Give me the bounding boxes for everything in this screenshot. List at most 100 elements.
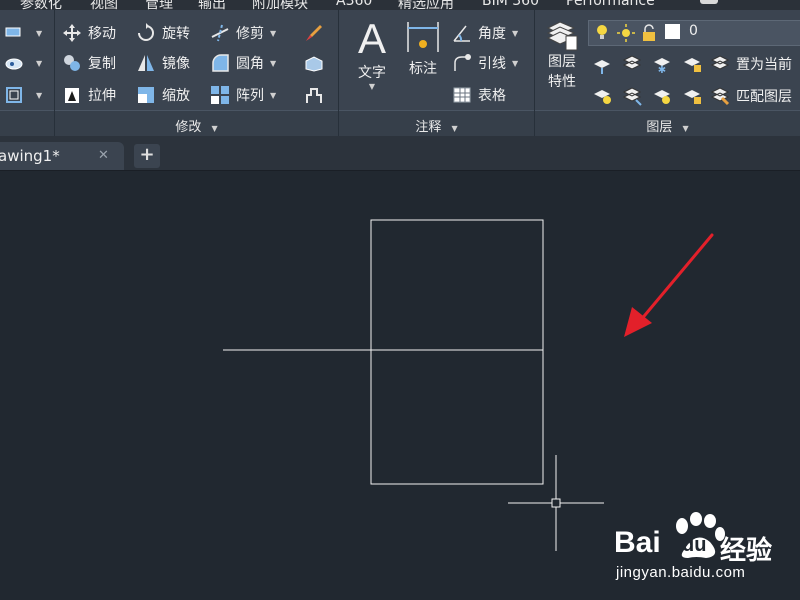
current-layer-name: 0 [689,23,698,39]
array-icon [210,85,230,105]
stretch-icon [62,85,82,105]
tab-output[interactable]: 输出 [198,0,226,10]
chevron-down-icon: ▼ [36,90,43,100]
table-button[interactable]: 表格 [452,82,506,108]
copy-button[interactable]: 复制 [62,50,116,76]
trim-label: 修剪 [236,26,264,42]
angle-icon [452,23,472,43]
layer-thaw-icon[interactable] [652,86,672,106]
tab-performance[interactable]: Performance [566,0,655,9]
dimension-label: 标注 [409,61,437,77]
tab-a360[interactable]: A360 [336,0,372,9]
array-label: 阵列 [236,88,264,104]
layer-lock-icon[interactable] [682,54,702,74]
chevron-down-icon: ▼ [211,124,218,133]
chevron-down-icon: ▼ [270,90,277,100]
layer-unisolate-icon[interactable] [622,86,642,106]
stretch-button[interactable]: 拉伸 [62,82,116,108]
close-icon[interactable]: ✕ [98,148,109,163]
tab-manage[interactable]: 管理 [145,0,173,10]
set-current-label[interactable]: 置为当前 [736,54,792,74]
tab-view[interactable]: 视图 [90,0,118,10]
layer-on-icon[interactable] [592,86,612,106]
fillet-icon [210,53,230,73]
chevron-down-icon: ▼ [512,28,519,38]
text-label: 文字 [358,65,386,81]
layer-match-icon[interactable] [710,86,730,106]
offset-button[interactable] [304,82,330,108]
layer-properties-label-2: 特性 [548,74,576,90]
match-layer-label[interactable]: 匹配图层 [736,86,792,106]
move-button[interactable]: 移动 [62,20,116,46]
line-tool-button[interactable]: ▼ [4,20,42,46]
baidu-brand-text-2: du [682,534,707,556]
document-tab-bar: awing1* ✕ + [0,136,800,171]
leader-icon [452,53,472,73]
tab-addins[interactable]: 附加模块 [252,0,308,10]
tab-bim360[interactable]: BIM 360 [482,0,539,9]
mirror-label: 镜像 [162,56,190,72]
layer-properties-button[interactable]: 图层 特性 [540,18,584,104]
offset-icon [304,85,324,105]
chevron-down-icon: ▼ [36,58,43,68]
layer-off-icon[interactable] [592,54,612,74]
svg-text:✱: ✱ [658,65,666,74]
modify-panel-footer[interactable]: 修改 ▼ [55,110,338,137]
layer-properties-icon [546,21,578,51]
rectangle-draw-icon [4,23,24,43]
chevron-down-icon: ▼ [270,28,277,38]
mirror-button[interactable]: 镜像 [136,50,190,76]
fillet-button[interactable]: 圆角 ▼ [210,50,276,76]
baidu-watermark: Bai du 经验 jingyan.baidu.com [612,512,798,592]
layer-isolate-icon[interactable] [622,54,642,74]
chevron-down-icon: ▼ [512,58,519,68]
layer-color-swatch [665,24,680,39]
annotation-panel-title: 注释 [415,120,442,135]
document-tab-drawing1[interactable]: awing1* ✕ [0,142,124,170]
layer-unlock-icon[interactable] [682,86,702,106]
layers-panel-title: 图层 [646,120,673,135]
jingyan-text: 经验 [720,536,773,566]
erase-button[interactable] [304,20,330,46]
draw-panel-footer[interactable] [0,110,54,137]
modify-panel-title: 修改 [175,120,202,135]
rotate-button[interactable]: 旋转 [136,20,190,46]
text-button[interactable]: A 文字 ▼ [350,16,394,96]
hatch-tool-button[interactable]: ▼ [4,50,42,76]
boundary-icon [4,85,24,105]
chevron-down-icon: ▼ [682,124,689,133]
rotate-icon [136,23,156,43]
layers-panel-footer[interactable]: 图层 ▼ [535,110,800,137]
layer-walk-icon[interactable] [710,54,730,74]
annotation-panel-footer[interactable]: 注释 ▼ [339,110,534,137]
scale-icon [136,85,156,105]
ribbon-tab-bar: 参数化 视图 管理 输出 附加模块 A360 精选应用 BIM 360 Perf… [0,0,800,10]
chevron-down-icon: ▼ [451,124,458,133]
bulb-icon [595,23,609,45]
dimension-button[interactable]: 标注 [402,18,444,88]
layer-freeze-icon[interactable]: ✱ [652,54,672,74]
array-button[interactable]: 阵列 ▼ [210,82,276,108]
trim-button[interactable]: 修剪 ▼ [210,20,276,46]
chevron-down-icon: ▼ [368,82,376,91]
copy-label: 复制 [88,56,116,72]
explode-icon [304,53,324,73]
document-tab-title: awing1* [0,147,60,165]
explode-button[interactable] [304,50,330,76]
table-icon [452,85,472,105]
tab-featured-apps[interactable]: 精选应用 [398,0,454,10]
layer-dropdown[interactable]: 0 [588,20,800,46]
sun-icon [617,24,635,46]
tab-parametric[interactable]: 参数化 [20,0,62,10]
copy-icon [62,53,82,73]
fillet-label: 圆角 [236,56,264,72]
new-tab-button[interactable]: + [134,144,160,168]
scale-button[interactable]: 缩放 [136,82,190,108]
stretch-label: 拉伸 [88,88,116,104]
user-icon[interactable] [700,0,718,4]
baidu-brand-text: Bai [614,526,661,559]
boundary-tool-button[interactable]: ▼ [4,82,42,108]
leader-button[interactable]: 引线 ▼ [452,50,518,76]
angle-button[interactable]: 角度 ▼ [452,20,518,46]
scale-label: 缩放 [162,88,190,104]
